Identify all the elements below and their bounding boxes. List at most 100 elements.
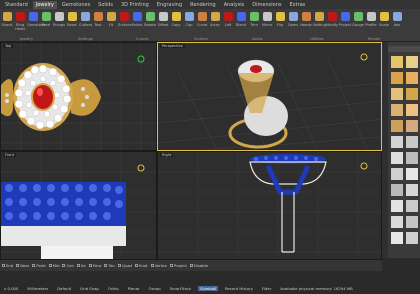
tab-dimensions[interactable]: Dimensions	[249, 1, 284, 9]
ribbon-group-label: Utilities	[310, 37, 324, 41]
ribbon-button-modify[interactable]	[328, 12, 337, 21]
checkbox-icon[interactable]	[76, 264, 80, 267]
ribbon-button-label: Join	[393, 23, 401, 27]
osnap-near[interactable]: Near	[16, 263, 29, 268]
checkbox-icon[interactable]	[16, 264, 20, 267]
ribbon-button-shank[interactable]	[3, 12, 12, 21]
checkbox-icon[interactable]	[32, 264, 36, 267]
ribbon-button-heads[interactable]	[302, 12, 311, 21]
status-gumball[interactable]: Gumball	[198, 286, 219, 291]
ribbon-group-label: Settings	[78, 37, 93, 41]
ribbon-button-bezel[interactable]	[68, 12, 77, 21]
ribbon-button-mirror[interactable]	[263, 12, 272, 21]
checkbox-icon[interactable]	[117, 264, 121, 267]
status-filter[interactable]: Filter	[260, 286, 273, 291]
tab-3d-printing[interactable]: 3D Printing	[118, 1, 152, 9]
viewport-front[interactable]: Front	[0, 151, 157, 260]
checkbox-icon[interactable]	[104, 264, 108, 267]
tab-rendering[interactable]: Rendering	[187, 1, 219, 9]
ribbon-button-ring-head[interactable]	[16, 12, 25, 21]
ribbon-button-gauge[interactable]	[354, 12, 363, 21]
status-planar[interactable]: Planar	[126, 286, 142, 291]
ribbon-button-label: Fit	[108, 23, 114, 27]
checkbox-icon[interactable]	[134, 264, 138, 267]
ribbon-button-text[interactable]	[94, 12, 103, 21]
osnap-disable[interactable]: Disable	[189, 263, 208, 268]
ribbon-group-label: Curves	[136, 37, 149, 41]
ribbon-button-label: Flip	[276, 23, 284, 27]
checkbox-icon[interactable]	[88, 264, 92, 267]
ribbon-button-gems[interactable]	[289, 12, 298, 21]
checkbox-icon[interactable]	[169, 264, 173, 267]
ribbon-button-label: Gauge	[352, 23, 364, 27]
ribbon-button-copy[interactable]	[172, 12, 181, 21]
tab-gemstones[interactable]: Gemstones	[59, 1, 93, 9]
viewport-title-front[interactable]: Front	[3, 153, 17, 157]
status-osnap[interactable]: Osnap	[147, 286, 163, 291]
checkbox-icon[interactable]	[62, 264, 66, 267]
viewport-top[interactable]: Top	[0, 42, 157, 151]
ribbon-button-label: Cutters	[79, 23, 93, 27]
osnap-quad[interactable]: Quad	[117, 263, 132, 268]
materials-panel	[382, 42, 420, 258]
viewport-title-perspective[interactable]: Perspective	[160, 44, 185, 48]
osnap-tan[interactable]: Tan	[104, 263, 115, 268]
ribbon-button-array[interactable]	[211, 12, 220, 21]
osnap-vertex[interactable]: Vertex	[150, 263, 167, 268]
osnap-label: Vertex	[154, 263, 167, 268]
osnap-knot[interactable]: Knot	[134, 263, 148, 268]
checkbox-icon[interactable]	[150, 264, 154, 267]
tab-jewelry[interactable]: Jewelry	[32, 0, 57, 9]
ribbon-button-profile[interactable]	[367, 12, 376, 21]
osnap-mid[interactable]: Mid	[48, 263, 59, 268]
osnap-cen[interactable]: Cen	[62, 263, 74, 268]
tab-solids[interactable]: Solids	[95, 1, 116, 9]
ribbon-button-scale[interactable]	[380, 12, 389, 21]
ribbon-button-label: Surface	[118, 23, 132, 27]
checkbox-icon[interactable]	[189, 264, 193, 267]
ribbon-button-flip[interactable]	[276, 12, 285, 21]
ribbon-button-setting[interactable]	[315, 12, 324, 21]
tab-extras[interactable]: Extras	[286, 1, 308, 9]
menu-bar: Standard Jewelry Gemstones Solids 3D Pri…	[0, 0, 420, 9]
ribbon-button-points[interactable]	[133, 12, 142, 21]
tab-engraving[interactable]: Engraving	[154, 1, 185, 9]
status-grid-snap[interactable]: Grid Snap	[78, 286, 101, 291]
status-ortho[interactable]: Ortho	[106, 286, 121, 291]
tab-standard[interactable]: Standard	[2, 1, 31, 9]
checkbox-icon[interactable]	[2, 264, 5, 267]
osnap-label: Int	[80, 263, 86, 268]
viewport-title-right[interactable]: Right	[160, 153, 174, 157]
ribbon-button-offset[interactable]	[159, 12, 168, 21]
osnap-perp[interactable]: Perp	[88, 263, 101, 268]
ribbon-button-curve[interactable]	[198, 12, 207, 21]
ribbon-button-surface[interactable]	[120, 12, 129, 21]
checkbox-icon[interactable]	[48, 264, 52, 267]
viewport-perspective[interactable]: Perspective	[157, 42, 382, 151]
ribbon-button-fit[interactable]	[107, 12, 116, 21]
ribbon-button-prongs[interactable]	[55, 12, 64, 21]
tab-analysis[interactable]: Analysis	[221, 1, 248, 9]
viewport-right[interactable]: Right	[157, 151, 382, 260]
status-record-history[interactable]: Record History	[223, 286, 255, 291]
ribbon-button-blend[interactable]	[237, 12, 246, 21]
ribbon-button-pav-[interactable]	[42, 12, 51, 21]
ribbon-button-label: Setting	[313, 23, 326, 27]
ribbon-toolbar: Shank Ring Head Gemstone Pavé Prongs Bezel Cut…	[0, 9, 420, 42]
ribbon-button-trim[interactable]	[250, 12, 259, 21]
ribbon-button-cap[interactable]	[185, 12, 194, 21]
ribbon-button-join[interactable]	[393, 12, 402, 21]
osnap-project[interactable]: Project	[169, 263, 187, 268]
ribbon-button-label: Rotate	[144, 23, 156, 27]
viewport-title-top[interactable]: Top	[3, 44, 14, 48]
ribbon-button-project[interactable]	[341, 12, 350, 21]
osnap-point[interactable]: Point	[32, 263, 46, 268]
ribbon-button-gemstone[interactable]	[29, 12, 38, 21]
osnap-int[interactable]: Int	[76, 263, 86, 268]
ribbon-button-label: Points	[131, 23, 143, 27]
osnap-end[interactable]: End	[2, 263, 13, 268]
ribbon-button-rotate[interactable]	[146, 12, 155, 21]
status-smarttrack[interactable]: SmartTrack	[168, 286, 193, 291]
ribbon-button-cutters[interactable]	[81, 12, 90, 21]
ribbon-button-loft[interactable]	[224, 12, 233, 21]
